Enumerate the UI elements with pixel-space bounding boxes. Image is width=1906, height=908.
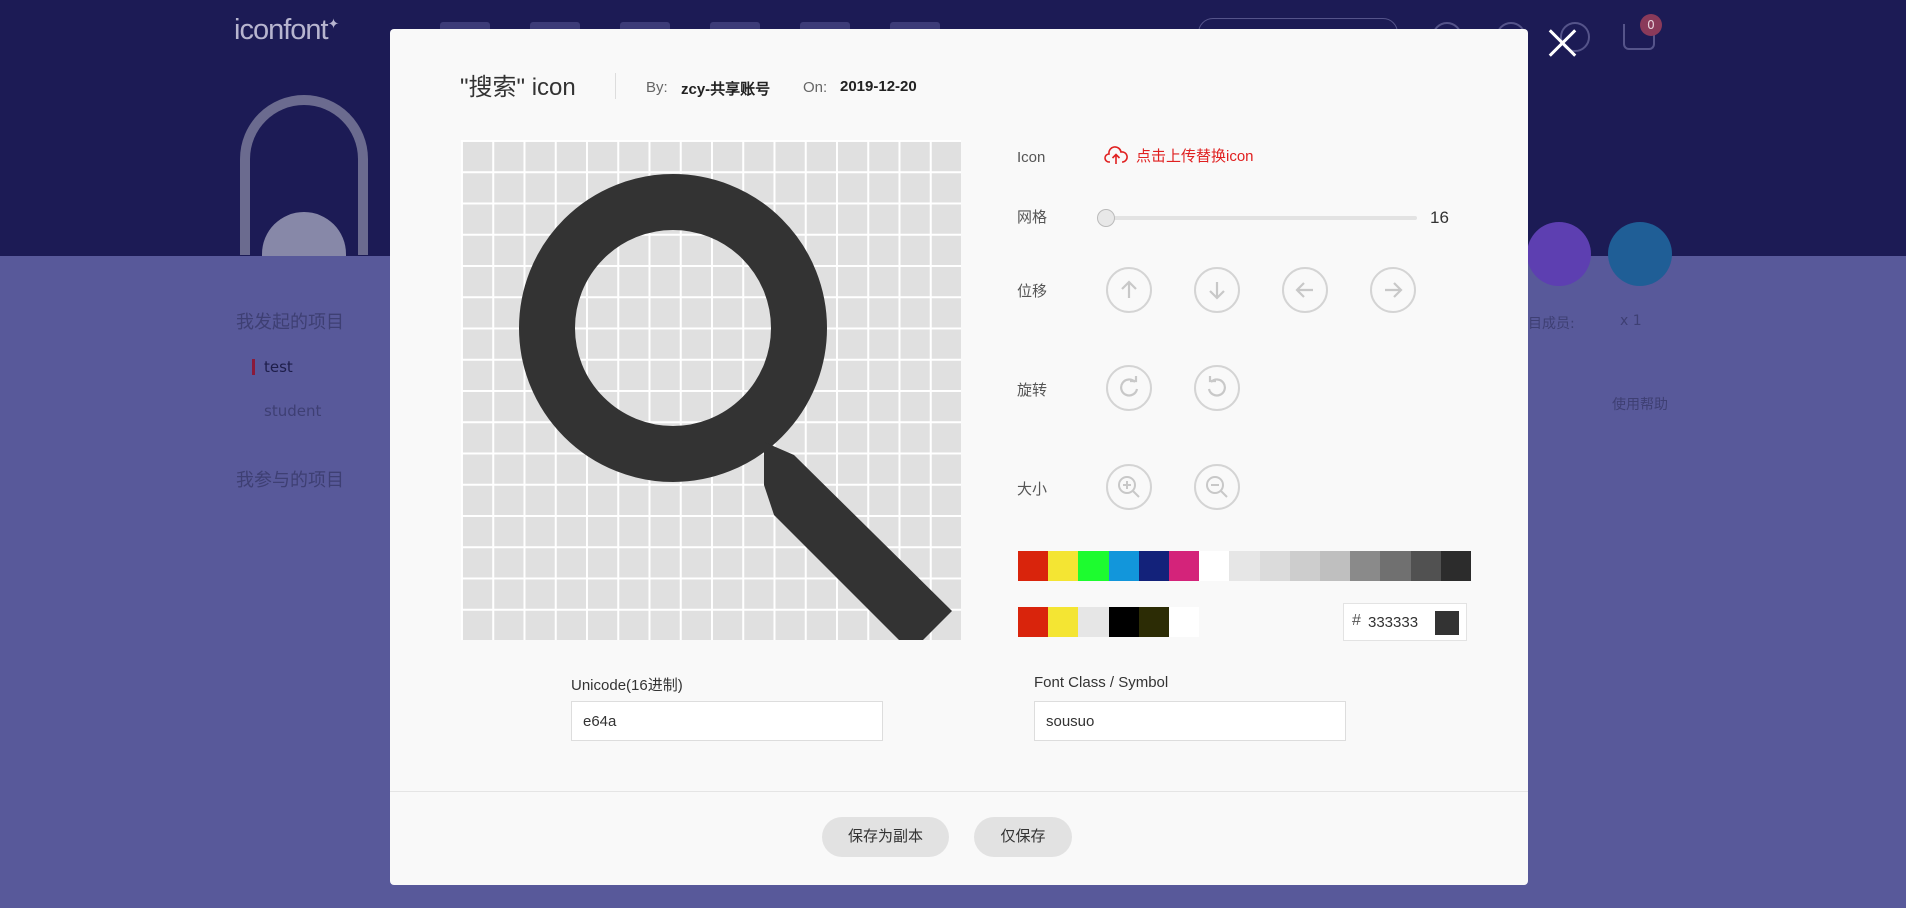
fontclass-label: Font Class / Symbol: [1034, 674, 1169, 691]
arrow-right-icon: [1385, 282, 1403, 298]
add-folder-button[interactable]: [1527, 222, 1591, 286]
color-swatch[interactable]: [1169, 551, 1200, 581]
color-swatch[interactable]: [1440, 551, 1471, 581]
color-swatch[interactable]: [1199, 551, 1230, 581]
author-label: By:: [646, 79, 668, 96]
sidebar-item-test[interactable]: test: [264, 358, 293, 376]
grid-slider-thumb[interactable]: [1097, 209, 1115, 227]
footer-divider: [390, 791, 1528, 792]
zoom-out-button[interactable]: [1194, 464, 1240, 510]
zoom-in-button[interactable]: [1106, 464, 1152, 510]
color-swatch[interactable]: [1320, 551, 1351, 581]
color-swatch[interactable]: [1229, 551, 1260, 581]
active-indicator: [252, 359, 255, 375]
shift-down-button[interactable]: [1194, 267, 1240, 313]
cart-badge: 0: [1640, 14, 1662, 36]
color-swatch[interactable]: [1169, 607, 1200, 637]
dialog-title: "搜索" icon: [460, 74, 576, 101]
magnifier-handle: [764, 442, 952, 640]
color-swatch[interactable]: [1048, 551, 1079, 581]
color-swatch[interactable]: [1018, 607, 1049, 637]
color-swatch[interactable]: [1108, 551, 1139, 581]
sort-button[interactable]: [1608, 222, 1672, 286]
close-icon[interactable]: [1548, 28, 1578, 58]
color-swatch[interactable]: [1138, 551, 1169, 581]
rotate-cw-button[interactable]: [1106, 365, 1152, 411]
shift-up-button[interactable]: [1106, 267, 1152, 313]
rotate-label: 旋转: [1017, 382, 1048, 399]
logo-text: iconfont: [234, 14, 329, 46]
help-link[interactable]: 使用帮助: [1612, 394, 1668, 414]
color-swatch[interactable]: [1138, 607, 1169, 637]
grid-slider-track[interactable]: [1105, 216, 1417, 220]
search-icon: [519, 174, 952, 640]
members-label: 目成员:: [1528, 316, 1575, 332]
sidebar-item-student[interactable]: student: [264, 402, 321, 420]
color-swatch[interactable]: [1048, 607, 1079, 637]
shift-left-button[interactable]: [1282, 267, 1328, 313]
color-swatch[interactable]: [1259, 551, 1290, 581]
color-hex-field[interactable]: # 333333: [1343, 603, 1467, 641]
color-swatch[interactable]: [1078, 551, 1109, 581]
date-value: 2019-12-20: [840, 78, 917, 95]
fontclass-field[interactable]: sousuo: [1034, 701, 1346, 741]
rotate-ccw-button[interactable]: [1194, 365, 1240, 411]
save-copy-button[interactable]: 保存为副本: [822, 817, 949, 857]
size-label: 大小: [1017, 481, 1048, 498]
icon-preview-canvas[interactable]: [461, 140, 961, 640]
zoom-in-icon: [1118, 476, 1140, 498]
site-logo[interactable]: iconfont✦: [234, 14, 340, 47]
color-swatch[interactable]: [1410, 551, 1441, 581]
save-only-button[interactable]: 仅保存: [974, 817, 1072, 857]
cloud-upload-icon: [1104, 145, 1128, 164]
shift-right-button[interactable]: [1370, 267, 1416, 313]
arrow-down-icon: [1209, 282, 1225, 300]
unicode-label: Unicode(16进制): [571, 677, 683, 694]
date-label: On:: [803, 79, 828, 96]
color-hex-value[interactable]: 333333: [1368, 614, 1424, 631]
color-preview-swatch: [1435, 611, 1459, 635]
color-swatch[interactable]: [1380, 551, 1411, 581]
title-divider: [615, 73, 616, 99]
rotate-clockwise-icon: [1120, 376, 1139, 397]
zoom-out-icon: [1206, 476, 1228, 498]
color-swatch[interactable]: [1078, 607, 1109, 637]
color-swatch[interactable]: [1350, 551, 1381, 581]
upload-replace-button[interactable]: 点击上传替换icon: [1104, 145, 1254, 166]
icon-edit-dialog: "搜索" icon By: zcy-共享账号 On: 2019-12-20 Ic…: [390, 29, 1528, 885]
members-count[interactable]: x 1: [1620, 313, 1642, 329]
color-swatch[interactable]: [1018, 551, 1049, 581]
grid-label: 网格: [1017, 209, 1048, 226]
icon-label: Icon: [1017, 149, 1046, 166]
my-projects-heading: 我发起的项目: [236, 312, 344, 333]
magnifier-lens: [519, 174, 827, 482]
color-swatch[interactable]: [1108, 607, 1139, 637]
joined-projects-heading: 我参与的项目: [236, 470, 344, 491]
arrow-up-icon: [1121, 280, 1137, 298]
color-swatch[interactable]: [1289, 551, 1320, 581]
shift-label: 位移: [1017, 283, 1048, 300]
rotate-counterclockwise-icon: [1207, 376, 1226, 397]
grid-value: 16: [1430, 208, 1449, 227]
upload-label: 点击上传替换icon: [1136, 148, 1254, 165]
author-name: zcy-共享账号: [681, 81, 771, 98]
hash-label: #: [1352, 612, 1361, 629]
logo-plus-icon: ✦: [327, 15, 340, 32]
arrow-left-icon: [1295, 282, 1313, 298]
unicode-field[interactable]: e64a: [571, 701, 883, 741]
